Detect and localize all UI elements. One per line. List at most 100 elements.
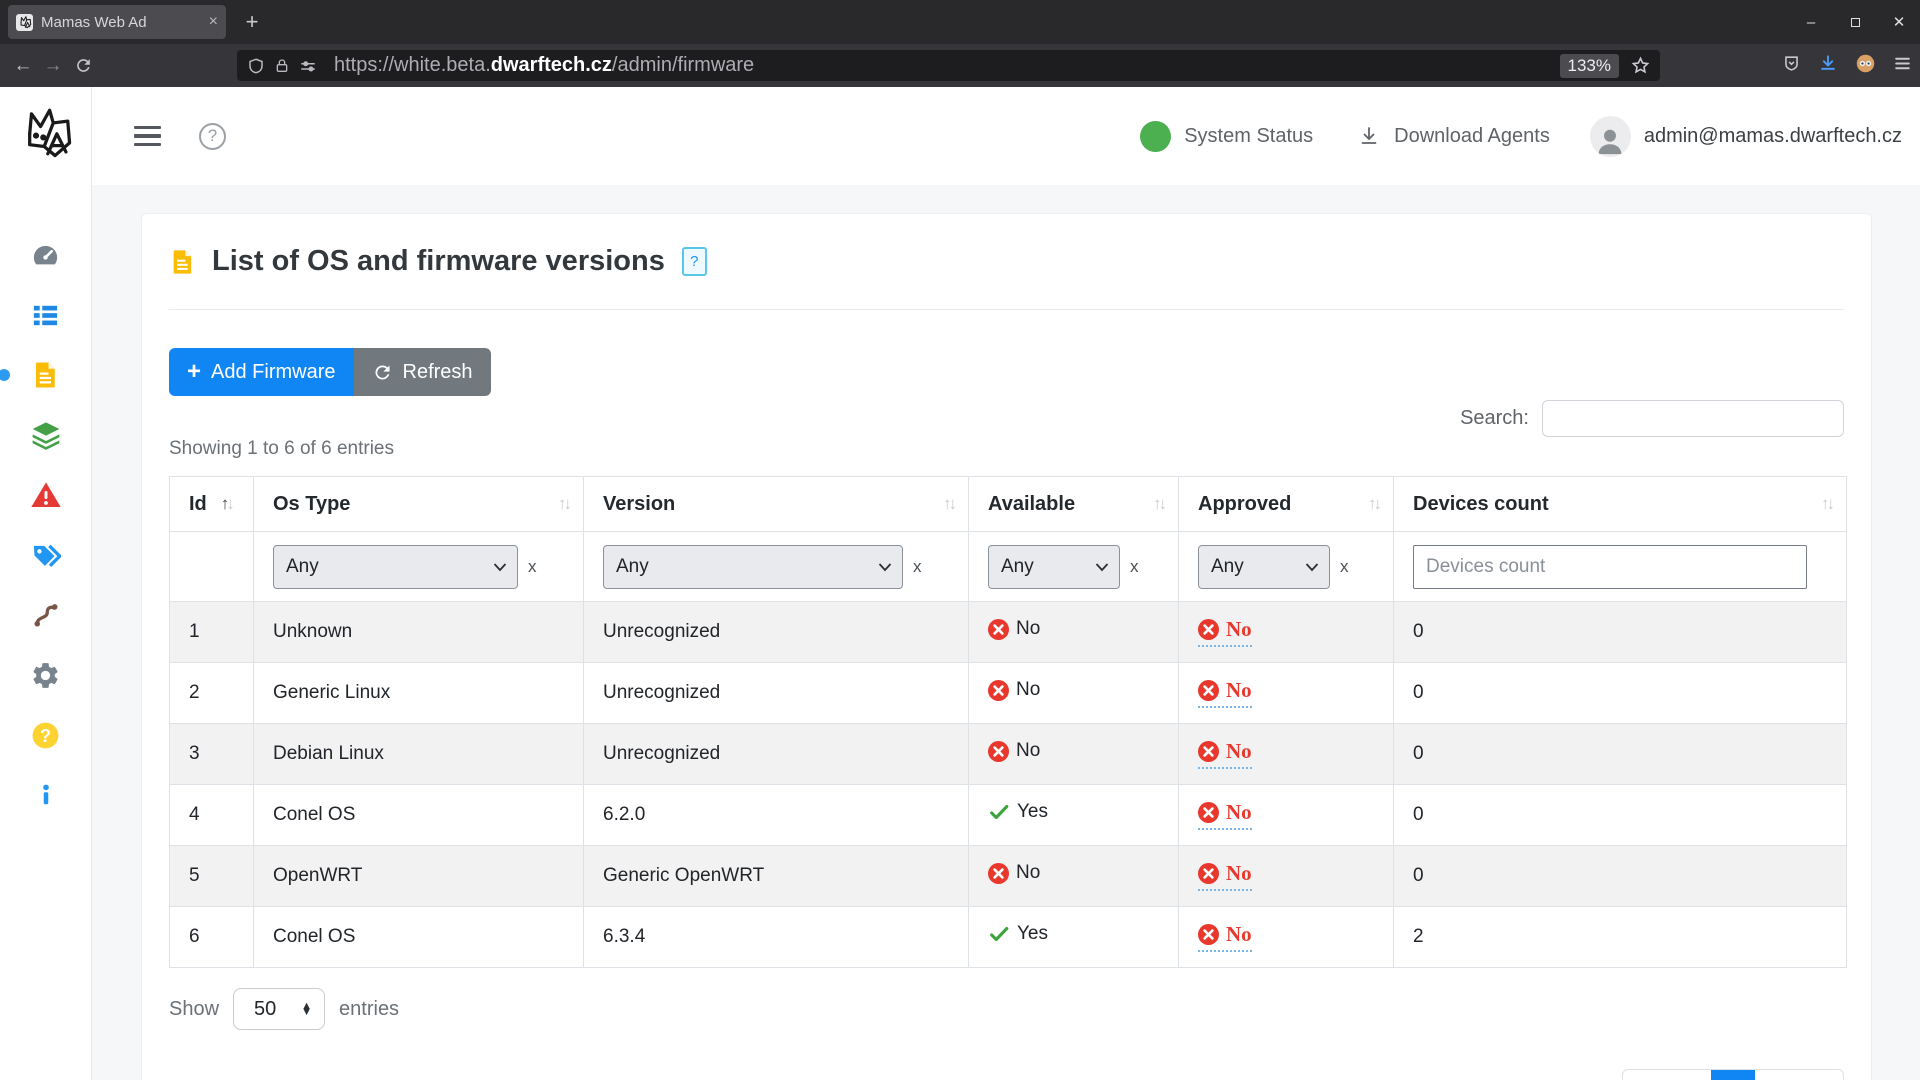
- user-avatar-icon[interactable]: [1589, 115, 1631, 157]
- tracking-shield-icon[interactable]: [247, 57, 265, 75]
- page-help-icon[interactable]: ?: [199, 122, 226, 150]
- cell-approved: No: [1178, 601, 1394, 663]
- menu-icon[interactable]: [1893, 54, 1912, 78]
- entries-label: entries: [339, 997, 400, 1020]
- approved-status-badge[interactable]: No: [1198, 678, 1252, 708]
- url-bar[interactable]: https://white.beta.dwarftech.cz/admin/fi…: [237, 50, 1660, 81]
- cross-circle-icon: [1198, 802, 1219, 823]
- cell-approved: No: [1178, 784, 1394, 846]
- add-firmware-button[interactable]: + Add Firmware: [169, 348, 354, 396]
- refresh-button[interactable]: Refresh: [353, 348, 491, 396]
- sidebar-item-firmware[interactable]: [0, 345, 92, 405]
- column-header-devices-count[interactable]: Devices count ↑↓: [1393, 476, 1847, 532]
- approved-status-badge[interactable]: No: [1198, 617, 1252, 647]
- approved-filter-select[interactable]: Any: [1198, 544, 1330, 589]
- pagination-previous-button[interactable]: [1623, 1070, 1711, 1080]
- sort-icon: ↑↓: [1153, 494, 1167, 513]
- cell-id: 5: [169, 845, 254, 907]
- sidebar-toggle-icon[interactable]: [134, 125, 161, 147]
- sidebar-item-help[interactable]: ?: [0, 705, 92, 765]
- window-maximize-button[interactable]: [1840, 7, 1870, 37]
- sidebar-item-devices[interactable]: [0, 285, 92, 345]
- pagination-active-page[interactable]: 1: [1711, 1070, 1755, 1080]
- bookmark-star-icon[interactable]: [1631, 56, 1650, 75]
- column-header-approved[interactable]: Approved ↑↓: [1178, 476, 1394, 532]
- new-tab-button[interactable]: +: [238, 8, 266, 36]
- version-filter-select[interactable]: Any: [603, 544, 903, 589]
- page-size-select[interactable]: 50: [234, 989, 325, 1029]
- table-footer: Show 50 ▲ ▼ entries: [169, 988, 1844, 1030]
- table-row[interactable]: 3 Debian Linux Unrecognized No No 0: [169, 723, 1847, 785]
- approved-status-badge[interactable]: No: [1198, 800, 1252, 830]
- sidebar-item-alerts[interactable]: [0, 465, 92, 525]
- sidebar-item-layers[interactable]: [0, 405, 92, 465]
- column-header-available[interactable]: Available ↑↓: [968, 476, 1179, 532]
- app-logo[interactable]: [0, 87, 92, 177]
- sidebar-item-tags[interactable]: [0, 525, 92, 585]
- cell-approved: No: [1178, 723, 1394, 785]
- cell-devices-count: 0: [1393, 723, 1847, 785]
- approved-status-badge[interactable]: No: [1198, 861, 1252, 891]
- approved-filter-clear[interactable]: x: [1340, 557, 1349, 577]
- firmware-table: Id ↑↓ Os Type ↑↓ Version ↑↓ Available ↑↓ App…: [169, 476, 1847, 968]
- table-row[interactable]: 4 Conel OS 6.2.0 Yes No 0: [169, 784, 1847, 846]
- available-filter-clear[interactable]: x: [1130, 557, 1139, 577]
- cell-os-type: OpenWRT: [253, 845, 584, 907]
- lock-icon[interactable]: [274, 58, 290, 74]
- os-type-filter-select[interactable]: Any: [273, 544, 518, 589]
- table-row[interactable]: 5 OpenWRT Generic OpenWRT No No 0: [169, 845, 1847, 907]
- profile-avatar-icon[interactable]: [1855, 53, 1876, 79]
- cell-os-type: Conel OS: [253, 784, 584, 846]
- table-row[interactable]: 2 Generic Linux Unrecognized No No 0: [169, 662, 1847, 724]
- cell-os-type: Conel OS: [253, 906, 584, 968]
- sort-icon: ↑↓: [1821, 494, 1835, 513]
- zoom-level-badge[interactable]: 133%: [1559, 53, 1619, 78]
- user-email[interactable]: admin@mamas.dwarftech.cz: [1644, 125, 1902, 148]
- window-minimize-button[interactable]: –: [1796, 7, 1826, 37]
- cell-devices-count: 0: [1393, 845, 1847, 907]
- content-area: List of OS and firmware versions ? + Add…: [92, 185, 1920, 1080]
- browser-tab[interactable]: Mamas Web Ad ×: [8, 5, 226, 39]
- approved-status-badge[interactable]: No: [1198, 922, 1252, 952]
- os-type-filter-clear[interactable]: x: [528, 557, 537, 577]
- cross-circle-icon: [988, 618, 1009, 640]
- permissions-icon[interactable]: [299, 57, 317, 75]
- tab-close-icon[interactable]: ×: [209, 13, 218, 31]
- sidebar-item-settings[interactable]: [0, 645, 92, 705]
- search-input[interactable]: [1542, 400, 1844, 437]
- table-row[interactable]: 6 Conel OS 6.3.4 Yes No 2: [169, 906, 1847, 968]
- system-status-label[interactable]: System Status: [1184, 125, 1313, 148]
- column-header-os-type[interactable]: Os Type ↑↓: [253, 476, 584, 532]
- privacy-shield-icon[interactable]: [1782, 54, 1801, 78]
- available-filter-select[interactable]: Any: [988, 544, 1120, 589]
- title-help-icon[interactable]: ?: [681, 247, 707, 276]
- forward-button[interactable]: →: [38, 51, 68, 81]
- sidebar-item-info[interactable]: [0, 765, 92, 825]
- download-agents-link[interactable]: Download Agents: [1357, 124, 1550, 148]
- sidebar-item-routes[interactable]: [0, 585, 92, 645]
- toolbar: + Add Firmware Refresh: [169, 348, 1844, 396]
- entries-summary: Showing 1 to 6 of 6 entries: [169, 438, 394, 459]
- downloads-icon[interactable]: [1818, 53, 1838, 78]
- column-header-version[interactable]: Version ↑↓: [583, 476, 969, 532]
- window-close-button[interactable]: ✕: [1884, 7, 1914, 37]
- cell-id: 6: [169, 906, 254, 968]
- table-row[interactable]: 1 Unknown Unrecognized No No 0: [169, 601, 1847, 663]
- pagination-next-button[interactable]: [1755, 1070, 1843, 1080]
- tab-favicon-icon: [16, 13, 33, 31]
- reload-button[interactable]: [68, 51, 98, 81]
- devices-count-filter-input[interactable]: [1413, 544, 1807, 589]
- page-title: List of OS and firmware versions: [212, 245, 665, 277]
- table-header-row: Id ↑↓ Os Type ↑↓ Version ↑↓ Available ↑↓ App…: [169, 476, 1847, 532]
- sort-icon: ↑↓: [220, 493, 235, 513]
- system-status-indicator[interactable]: [1140, 120, 1172, 152]
- column-header-id[interactable]: Id ↑↓: [169, 476, 254, 532]
- version-filter-clear[interactable]: x: [913, 557, 922, 577]
- approved-status-badge[interactable]: No: [1198, 739, 1252, 769]
- sidebar-item-dashboard[interactable]: [0, 225, 92, 285]
- plus-icon: +: [187, 358, 202, 385]
- page-title-file-icon: [173, 249, 192, 274]
- back-button[interactable]: ←: [8, 51, 38, 81]
- sort-icon: ↑↓: [558, 494, 572, 513]
- cross-circle-icon: [988, 740, 1009, 762]
